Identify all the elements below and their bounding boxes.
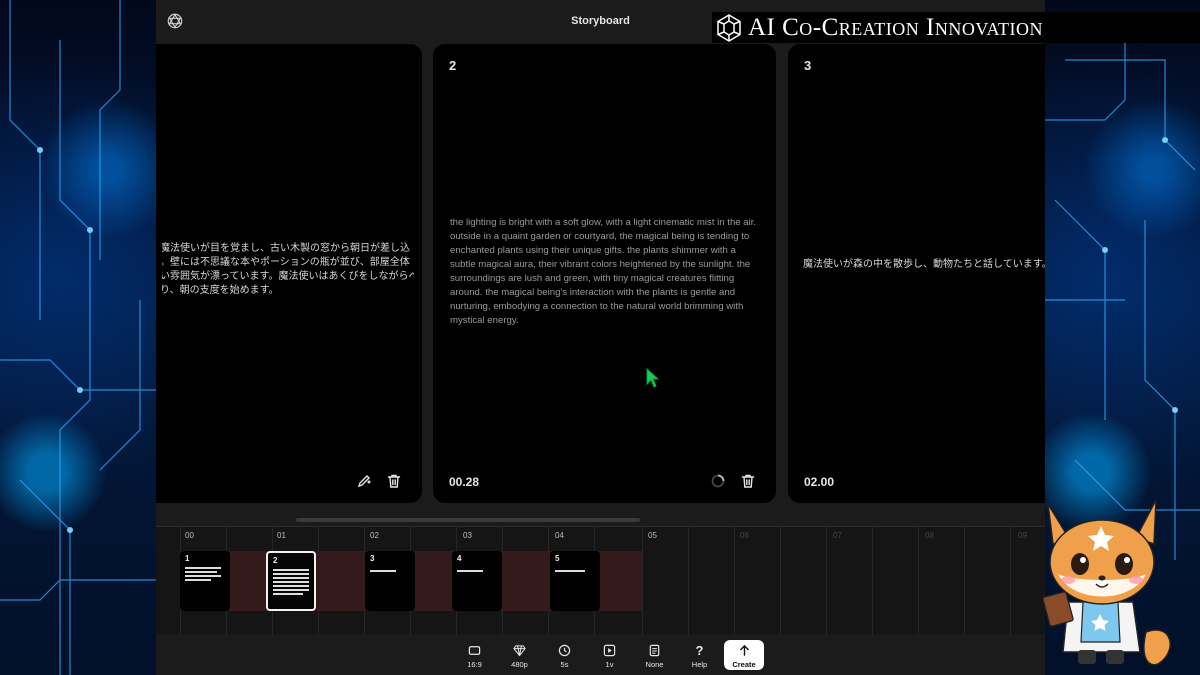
timeline-tick-label: 01: [277, 531, 286, 540]
clip-number: 3: [370, 554, 375, 563]
channel-watermark: AI Co-Creation Innovation: [712, 12, 1200, 43]
clip-text-preview: [370, 570, 396, 574]
card-description[interactable]: 魔法使いが森の中を散歩し、動物たちと話しています。: [803, 258, 1045, 272]
timeline[interactable]: 00 01 02 03 04 05 06 07 08 09 1 2 3 4 5: [156, 526, 1045, 635]
horizontal-scrollbar[interactable]: [296, 518, 640, 522]
aspect-ratio-label: 16:9: [467, 660, 482, 669]
storyboard-card-1[interactable]: 魔法使いが目を覚まし、古い木製の窓から朝日が差し込 。壁には不思議な本やポーショ…: [156, 44, 422, 503]
clip-number: 1: [185, 554, 190, 563]
clip-number: 2: [273, 556, 278, 565]
storyboard-card-2[interactable]: 2 the lighting is bright with a soft glo…: [433, 44, 776, 503]
timeline-tick-label: 09: [1018, 531, 1027, 540]
timeline-tick-line: [872, 527, 873, 635]
loading-spinner-icon: [711, 474, 725, 488]
aspect-ratio-icon: [468, 646, 481, 655]
question-mark-icon: ?: [695, 643, 704, 658]
arrow-up-icon: [739, 644, 749, 656]
timeline-tick-label: 04: [555, 531, 564, 540]
card-text-line: 。壁には不思議な本やポーションの瓶が並び、部屋全体: [162, 257, 410, 268]
fox-mascot-illustration: [1042, 499, 1171, 666]
card-timestamp: 00.28: [449, 475, 480, 489]
bottom-toolbar: 16:9 480p 5s 1v None ? Help Create: [452, 640, 764, 670]
help-button[interactable]: ? Help: [677, 640, 722, 670]
mouse-cursor-icon: [646, 368, 660, 388]
clip-text-preview: [457, 570, 483, 574]
help-label: Help: [691, 660, 708, 669]
timeline-tick-line: [780, 527, 781, 635]
card-actions: [356, 473, 402, 489]
variations-label: 1v: [605, 660, 614, 669]
storyboard-app: Storyboard 魔法使いが目を覚まし、古い木製の窓から朝日が差し込 。壁に…: [156, 0, 1045, 675]
trash-icon[interactable]: [386, 473, 402, 489]
aspect-ratio-button[interactable]: 16:9: [452, 640, 497, 670]
hexagon-logo-icon: [717, 13, 741, 42]
timeline-clip-4[interactable]: 4: [452, 551, 502, 611]
timeline-tick-label: 06: [740, 531, 749, 540]
card-prompt-text[interactable]: the lighting is bright with a soft glow,…: [450, 216, 762, 328]
diamond-icon: [513, 645, 526, 657]
timeline-tick-line: [642, 527, 643, 635]
clip-number: 5: [555, 554, 560, 563]
timeline-clip-2[interactable]: 2: [266, 551, 316, 611]
timeline-tick-label: 02: [370, 531, 379, 540]
card-timestamp: 02.00: [804, 475, 835, 489]
timeline-tick-label: 03: [463, 531, 472, 540]
variations-button[interactable]: 1v: [587, 640, 632, 670]
trash-icon[interactable]: [740, 473, 756, 489]
storyboard-card-3[interactable]: 3 魔法使いが森の中を散歩し、動物たちと話しています。 02.00: [788, 44, 1045, 503]
card-description[interactable]: 魔法使いが目を覚まし、古い木製の窓から朝日が差し込 。壁には不思議な本やポーショ…: [162, 242, 414, 298]
duration-label: 5s: [560, 660, 569, 669]
card-text-line: い雰囲気が漂っています。魔法使いはあくびをしながらベッド: [162, 271, 414, 282]
timeline-tick-line: [964, 527, 965, 635]
clock-icon: [558, 644, 571, 657]
resolution-button[interactable]: 480p: [497, 640, 542, 670]
play-box-icon: [603, 644, 616, 657]
card-actions: [710, 473, 756, 489]
create-button[interactable]: Create: [724, 640, 764, 670]
document-icon: [649, 644, 660, 657]
duration-button[interactable]: 5s: [542, 640, 587, 670]
clip-text-preview: [273, 569, 309, 597]
timeline-tick-label: 07: [833, 531, 842, 540]
clip-number: 4: [457, 554, 462, 563]
timeline-tick-line: [826, 527, 827, 635]
create-label: Create: [732, 660, 756, 669]
preset-label: None: [645, 660, 664, 669]
timeline-tick-line: [688, 527, 689, 635]
timeline-clip-1[interactable]: 1: [180, 551, 230, 611]
clip-text-preview: [185, 567, 221, 583]
timeline-tick-line: [918, 527, 919, 635]
card-text-line: 魔法使いが目を覚まし、古い木製の窓から朝日が差し込: [162, 243, 410, 254]
timeline-tick-label: 05: [648, 531, 657, 540]
clip-text-preview: [555, 570, 585, 574]
circuit-background-left: [0, 0, 156, 675]
timeline-clip-5[interactable]: 5: [550, 551, 600, 611]
watermark-text: AI Co-Creation Innovation: [748, 13, 1044, 41]
timeline-tick-line: [734, 527, 735, 635]
timeline-tick-label: 00: [185, 531, 194, 540]
preset-button[interactable]: None: [632, 640, 677, 670]
timeline-clip-3[interactable]: 3: [365, 551, 415, 611]
card-number: 3: [804, 58, 812, 73]
timeline-tick-label: 08: [925, 531, 934, 540]
edit-pen-icon[interactable]: [356, 473, 372, 489]
resolution-label: 480p: [511, 660, 528, 669]
card-number: 2: [449, 58, 457, 73]
card-text-line: り、朝の支度を始めます。: [162, 285, 279, 296]
timeline-tick-line: [1010, 527, 1011, 635]
